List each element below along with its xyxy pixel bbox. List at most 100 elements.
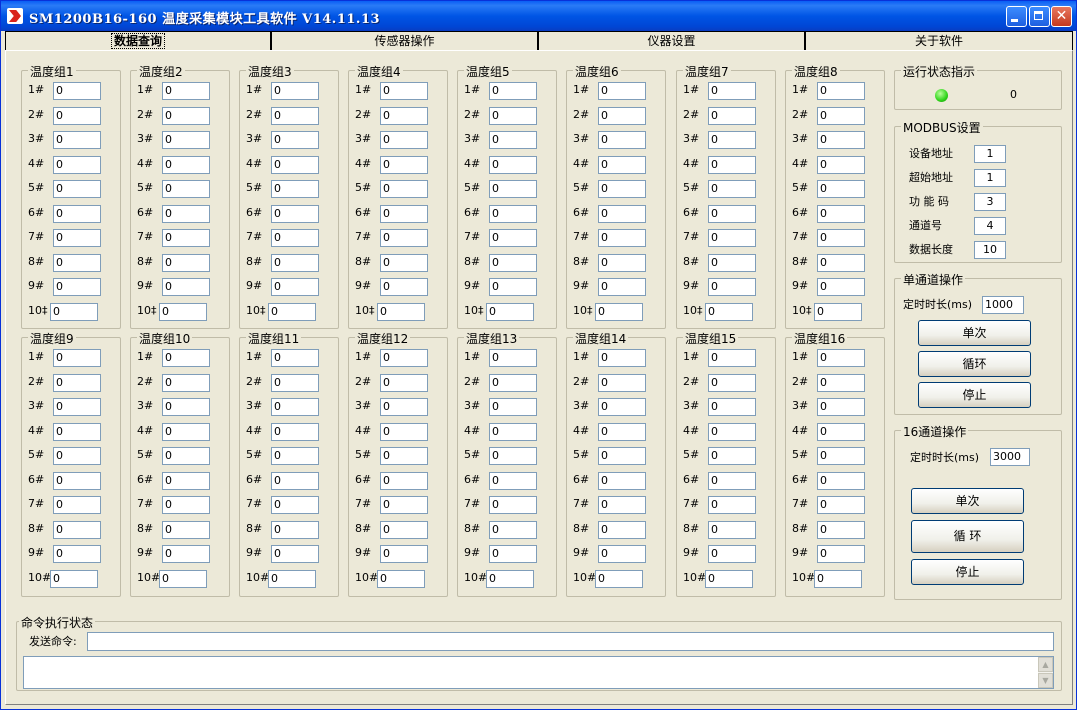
- channel-value-input[interactable]: 0: [380, 155, 428, 174]
- tab-data-query[interactable]: 数据查询: [5, 31, 271, 50]
- channel-value-input[interactable]: 0: [271, 253, 319, 272]
- channel-value-input[interactable]: 0: [271, 398, 319, 416]
- sixteen-once-button[interactable]: 单次: [911, 488, 1024, 514]
- channel-value-input[interactable]: 0: [598, 373, 646, 392]
- channel-value-input[interactable]: 0: [162, 471, 210, 490]
- channel-value-input[interactable]: 0: [817, 155, 865, 174]
- channel-value-input[interactable]: 0: [162, 278, 210, 296]
- channel-value-input[interactable]: 0: [380, 373, 428, 392]
- app-logo-icon[interactable]: [7, 8, 23, 24]
- channel-value-input[interactable]: 0: [489, 204, 537, 223]
- channel-value-input[interactable]: 0: [162, 520, 210, 539]
- channel-value-input[interactable]: 0: [598, 422, 646, 441]
- channel-value-input[interactable]: 0: [50, 569, 98, 588]
- channel-value-input[interactable]: 0: [271, 106, 319, 125]
- scroll-up-arrow-icon[interactable]: ▲: [1038, 657, 1053, 672]
- channel-value-input[interactable]: 0: [598, 496, 646, 514]
- channel-value-input[interactable]: 0: [53, 471, 101, 490]
- channel-value-input[interactable]: 0: [489, 106, 537, 125]
- channel-value-input[interactable]: 0: [162, 180, 210, 198]
- channel-value-input[interactable]: 0: [817, 229, 865, 247]
- channel-value-input[interactable]: 0: [708, 106, 756, 125]
- channel-value-input[interactable]: 0: [380, 398, 428, 416]
- channel-value-input[interactable]: 0: [598, 204, 646, 223]
- channel-value-input[interactable]: 0: [489, 447, 537, 465]
- channel-value-input[interactable]: 0: [53, 106, 101, 125]
- channel-value-input[interactable]: 0: [817, 131, 865, 149]
- channel-value-input[interactable]: 0: [271, 349, 319, 367]
- channel-value-input[interactable]: 0: [598, 278, 646, 296]
- channel-value-input[interactable]: 0: [489, 82, 537, 100]
- channel-value-input[interactable]: 0: [271, 82, 319, 100]
- channel-value-input[interactable]: 0: [53, 82, 101, 100]
- channel-value-input[interactable]: 0: [814, 569, 862, 588]
- channel-value-input[interactable]: 0: [380, 447, 428, 465]
- channel-value-input[interactable]: 0: [377, 302, 425, 321]
- channel-value-input[interactable]: 0: [708, 155, 756, 174]
- channel-value-input[interactable]: 0: [53, 131, 101, 149]
- modbus-field-input[interactable]: 1: [974, 145, 1006, 163]
- channel-value-input[interactable]: 0: [708, 447, 756, 465]
- channel-value-input[interactable]: 0: [598, 545, 646, 563]
- title-bar[interactable]: SM1200B16-160 温度采集模块工具软件 V14.11.13 ✕: [1, 1, 1076, 31]
- channel-value-input[interactable]: 0: [817, 180, 865, 198]
- channel-value-input[interactable]: 0: [162, 496, 210, 514]
- channel-value-input[interactable]: 0: [489, 520, 537, 539]
- channel-value-input[interactable]: 0: [708, 422, 756, 441]
- channel-value-input[interactable]: 0: [159, 569, 207, 588]
- channel-value-input[interactable]: 0: [380, 131, 428, 149]
- maximize-button[interactable]: [1029, 6, 1050, 27]
- channel-value-input[interactable]: 0: [598, 180, 646, 198]
- channel-value-input[interactable]: 0: [53, 349, 101, 367]
- channel-value-input[interactable]: 0: [489, 253, 537, 272]
- channel-value-input[interactable]: 0: [595, 302, 643, 321]
- channel-value-input[interactable]: 0: [708, 229, 756, 247]
- channel-value-input[interactable]: 0: [489, 229, 537, 247]
- channel-value-input[interactable]: 0: [598, 398, 646, 416]
- channel-value-input[interactable]: 0: [380, 106, 428, 125]
- channel-value-input[interactable]: 0: [53, 155, 101, 174]
- channel-value-input[interactable]: 0: [159, 302, 207, 321]
- channel-value-input[interactable]: 0: [489, 471, 537, 490]
- channel-value-input[interactable]: 0: [817, 278, 865, 296]
- channel-value-input[interactable]: 0: [162, 349, 210, 367]
- channel-value-input[interactable]: 0: [53, 398, 101, 416]
- channel-value-input[interactable]: 0: [598, 447, 646, 465]
- channel-value-input[interactable]: 0: [271, 496, 319, 514]
- channel-value-input[interactable]: 0: [53, 180, 101, 198]
- log-scrollbar[interactable]: ▲ ▼: [1038, 657, 1053, 688]
- channel-value-input[interactable]: 0: [162, 373, 210, 392]
- channel-value-input[interactable]: 0: [708, 82, 756, 100]
- channel-value-input[interactable]: 0: [268, 302, 316, 321]
- channel-value-input[interactable]: 0: [817, 447, 865, 465]
- command-log-textarea[interactable]: [23, 656, 1054, 689]
- channel-value-input[interactable]: 0: [708, 180, 756, 198]
- channel-value-input[interactable]: 0: [380, 204, 428, 223]
- channel-value-input[interactable]: 0: [817, 496, 865, 514]
- channel-value-input[interactable]: 0: [271, 278, 319, 296]
- channel-value-input[interactable]: 0: [53, 278, 101, 296]
- channel-value-input[interactable]: 0: [271, 471, 319, 490]
- channel-value-input[interactable]: 0: [53, 373, 101, 392]
- channel-value-input[interactable]: 0: [817, 349, 865, 367]
- channel-value-input[interactable]: 0: [708, 471, 756, 490]
- tab-sensor-ops[interactable]: 传感器操作: [271, 31, 538, 50]
- channel-value-input[interactable]: 0: [708, 520, 756, 539]
- channel-value-input[interactable]: 0: [817, 545, 865, 563]
- channel-value-input[interactable]: 0: [486, 569, 534, 588]
- channel-value-input[interactable]: 0: [380, 180, 428, 198]
- channel-value-input[interactable]: 0: [162, 106, 210, 125]
- channel-value-input[interactable]: 0: [489, 155, 537, 174]
- channel-value-input[interactable]: 0: [489, 422, 537, 441]
- channel-value-input[interactable]: 0: [53, 520, 101, 539]
- channel-value-input[interactable]: 0: [271, 545, 319, 563]
- channel-value-input[interactable]: 0: [271, 520, 319, 539]
- channel-value-input[interactable]: 0: [380, 229, 428, 247]
- channel-value-input[interactable]: 0: [271, 422, 319, 441]
- channel-value-input[interactable]: 0: [377, 569, 425, 588]
- channel-value-input[interactable]: 0: [380, 496, 428, 514]
- channel-value-input[interactable]: 0: [817, 253, 865, 272]
- channel-value-input[interactable]: 0: [162, 82, 210, 100]
- channel-value-input[interactable]: 0: [53, 447, 101, 465]
- modbus-field-input[interactable]: 10: [974, 241, 1006, 259]
